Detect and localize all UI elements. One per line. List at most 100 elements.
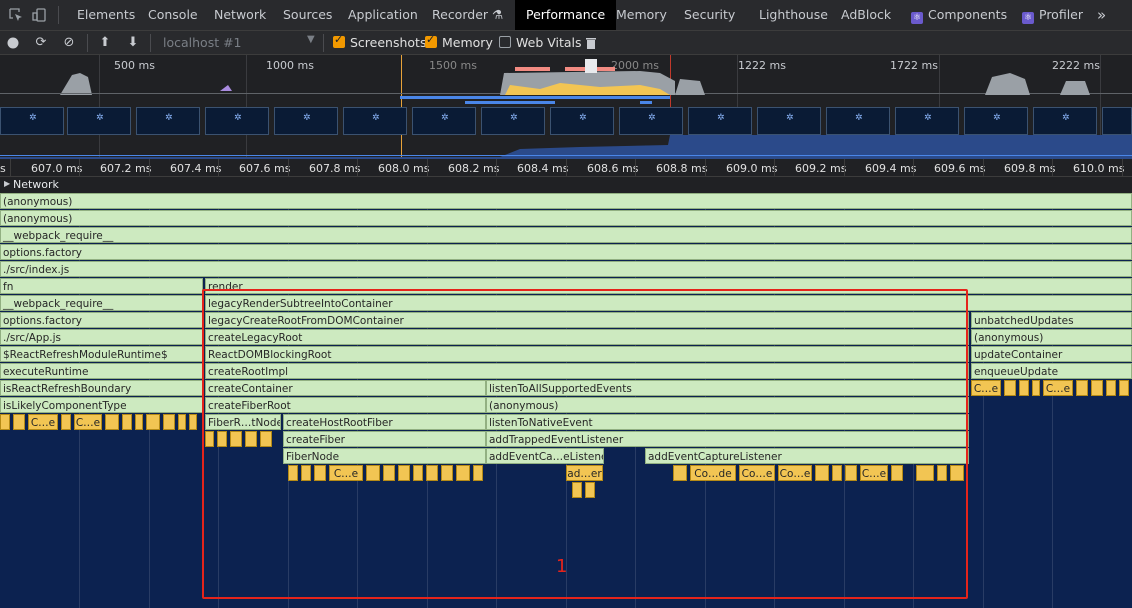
flame-call-bar[interactable]: fn [0,278,203,294]
ruler-tick: s [0,162,6,175]
screenshot-thumbnail[interactable] [0,107,64,135]
flame-leaf-bar[interactable] [1019,380,1029,396]
flame-leaf-bar[interactable] [1004,380,1016,396]
tab-elements[interactable]: Elements [77,0,135,30]
divider [87,34,88,52]
flame-call-bar[interactable]: $ReactRefreshModuleRuntime$ [0,346,203,362]
memory-checkbox[interactable] [425,33,437,48]
flame-call-bar[interactable]: (anonymous) [0,210,1132,226]
flame-leaf-bar[interactable] [1032,380,1040,396]
flame-call-bar[interactable]: ./src/App.js [0,329,203,345]
device-toolbar-icon[interactable] [32,7,48,23]
ruler-tick: 608.0 ms [378,162,430,175]
ruler-divider [357,159,358,177]
react-icon: ⚛ [911,12,923,24]
flame-call-bar[interactable]: executeRuntime [0,363,203,379]
flame-call-bar[interactable]: (anonymous) [0,193,1132,209]
save-profile-icon[interactable]: ⬇ [125,35,141,51]
flame-call-bar[interactable]: __webpack_require__ [0,295,203,311]
more-tabs-button[interactable]: » [1097,0,1106,30]
clear-icon[interactable]: ⊘ [61,35,77,51]
screenshot-thumbnail[interactable] [826,107,890,135]
reload-record-icon[interactable]: ⟳ [33,35,49,51]
highlight-box [202,289,968,599]
tab-application[interactable]: Application [348,0,418,30]
flame-leaf-bar[interactable]: C…e [28,414,58,430]
flame-call-bar[interactable]: updateContainer [971,346,1132,362]
flame-leaf-bar[interactable] [0,414,10,430]
screenshot-thumbnail[interactable] [619,107,683,135]
screenshot-thumbnail[interactable] [205,107,269,135]
flame-call-bar[interactable]: ./src/index.js [0,261,1132,277]
ruler-divider [1122,159,1123,177]
network-label: Network [13,178,59,191]
screenshot-thumbnail[interactable] [412,107,476,135]
flame-leaf-bar[interactable] [178,414,186,430]
target-select[interactable]: localhost #1 [163,35,242,50]
tab-recorder[interactable]: Recorder ⚗ [432,0,503,30]
screenshot-thumbnail[interactable] [550,107,614,135]
tab-adblock[interactable]: AdBlock [841,0,891,30]
ruler-divider [10,159,11,177]
ruler-tick: 610.0 ms [1073,162,1125,175]
screenshot-thumbnail[interactable] [136,107,200,135]
screenshot-thumbnail[interactable] [688,107,752,135]
flame-call-bar[interactable]: isLikelyComponentType [0,397,203,413]
ruler-tick: 608.2 ms [448,162,500,175]
flame-call-bar[interactable]: options.factory [0,244,1132,260]
screenshot-thumbnail[interactable] [1033,107,1097,135]
flame-leaf-bar[interactable] [105,414,119,430]
screenshot-thumbnail[interactable] [1102,107,1132,135]
flame-leaf-bar[interactable]: C…e [1043,380,1073,396]
flame-leaf-bar[interactable]: C…e [971,380,1001,396]
tab-console[interactable]: Console [148,0,198,30]
trash-icon[interactable] [583,35,599,51]
record-button[interactable] [5,35,21,51]
flame-leaf-bar[interactable] [61,414,71,430]
load-profile-icon[interactable]: ⬆ [97,35,113,51]
flame-leaf-bar[interactable] [1119,380,1129,396]
inspect-element-icon[interactable] [8,7,24,23]
screenshot-thumbnail[interactable] [481,107,545,135]
flame-leaf-bar[interactable] [135,414,143,430]
flame-call-bar[interactable]: unbatchedUpdates [971,312,1132,328]
screenshots-checkbox[interactable] [333,33,345,48]
screenshot-thumbnail[interactable] [67,107,131,135]
flame-leaf-bar[interactable] [1106,380,1116,396]
tab-lighthouse[interactable]: Lighthouse [759,0,828,30]
ruler-tick: 609.2 ms [795,162,847,175]
tab-performance[interactable]: Performance [515,0,617,30]
ruler-tick: 607.8 ms [309,162,361,175]
flame-call-bar[interactable]: __webpack_require__ [0,227,1132,243]
tab-memory[interactable]: Memory [616,0,667,30]
flame-leaf-bar[interactable] [163,414,175,430]
flame-leaf-bar[interactable] [1091,380,1103,396]
flame-call-bar[interactable]: options.factory [0,312,203,328]
network-track-header[interactable]: ▶ Network [0,177,1132,193]
flame-leaf-bar[interactable] [122,414,132,430]
screenshot-thumbnail[interactable] [274,107,338,135]
tab-profiler[interactable]: ⚛ Profiler [1022,0,1083,30]
flame-leaf-bar[interactable] [13,414,25,430]
ruler-tick: 609.6 ms [934,162,986,175]
flame-leaf-bar[interactable] [146,414,160,430]
tab-sources[interactable]: Sources [283,0,332,30]
tab-network[interactable]: Network [214,0,266,30]
tab-security[interactable]: Security [684,0,735,30]
screenshot-thumbnail[interactable] [895,107,959,135]
flame-call-bar[interactable]: (anonymous) [971,329,1132,345]
flame-leaf-bar[interactable] [1076,380,1088,396]
tab-components[interactable]: ⚛ Components [911,0,1007,30]
flame-call-bar[interactable]: isReactRefreshBoundary [0,380,203,396]
screenshot-thumbnail[interactable] [964,107,1028,135]
ruler-divider [844,159,845,177]
flame-leaf-bar[interactable] [189,414,197,430]
timeline-overview[interactable]: 500 ms 1000 ms 1500 ms 2000 ms 1222 ms 1… [0,55,1132,159]
webvitals-checkbox[interactable] [499,36,511,48]
ruler-divider [427,159,428,177]
flame-call-bar[interactable]: enqueueUpdate [971,363,1132,379]
flame-leaf-bar[interactable]: C…e [74,414,102,430]
expand-triangle-icon[interactable]: ▶ [4,179,10,188]
screenshot-thumbnail[interactable] [343,107,407,135]
screenshot-thumbnail[interactable] [757,107,821,135]
